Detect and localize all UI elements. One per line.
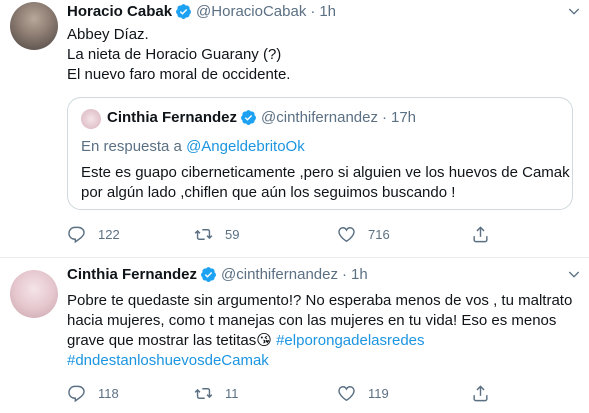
retweet-button[interactable]: 11 bbox=[194, 384, 239, 403]
like-button[interactable]: 716 bbox=[337, 225, 390, 244]
quoted-text-line: Este es guapo ciberneticamente ,pero si … bbox=[81, 164, 570, 181]
quoted-author-handle: @cinthifernandez bbox=[261, 109, 378, 126]
tweet-horacio[interactable]: Horacio Cabak @HoracioCabak · 1h Abbey D… bbox=[0, 0, 589, 258]
like-count: 716 bbox=[368, 226, 390, 242]
author-handle[interactable]: @HoracioCabak bbox=[196, 3, 306, 20]
reply-button[interactable]: 118 bbox=[67, 384, 119, 403]
avatar[interactable] bbox=[10, 2, 58, 50]
tweet-text: Abbey Díaz. La nieta de Horacio Guarany … bbox=[67, 25, 290, 85]
tweet-text-fragment: grave que mostrar las tetitas bbox=[67, 332, 257, 349]
quoted-text: Este es guapo ciberneticamente ,pero si … bbox=[81, 163, 570, 203]
reply-icon bbox=[68, 226, 85, 243]
tweet-text-line: Abbey Díaz. bbox=[67, 26, 149, 43]
reply-context: En respuesta a @AngeldebritoOk bbox=[81, 138, 305, 155]
quoted-author-name: Cinthia Fernandez bbox=[107, 109, 238, 126]
quoted-timestamp: 17h bbox=[390, 109, 417, 126]
reply-count: 122 bbox=[98, 226, 120, 242]
like-count: 119 bbox=[368, 385, 389, 401]
quoted-text-line: por algún lado ,chiflen que aún los segu… bbox=[81, 184, 456, 201]
quoted-header: Cinthia Fernandez @cinthifernandez · 17h bbox=[107, 109, 416, 126]
author-handle[interactable]: @cinthifernandez bbox=[221, 266, 338, 283]
share-button[interactable] bbox=[471, 384, 490, 403]
separator-dot: · bbox=[310, 3, 316, 20]
reply-button[interactable]: 122 bbox=[67, 225, 120, 244]
action-bar: 118 11 119 bbox=[67, 383, 573, 403]
verified-badge-icon bbox=[201, 267, 216, 282]
retweet-count: 11 bbox=[225, 385, 239, 401]
quoted-avatar bbox=[81, 109, 101, 129]
like-button[interactable]: 119 bbox=[337, 384, 389, 403]
avatar[interactable] bbox=[10, 270, 58, 318]
like-icon bbox=[338, 385, 355, 401]
like-icon bbox=[338, 226, 355, 242]
tweet-text-line: hacia mujeres, como t manejas con las mu… bbox=[67, 312, 557, 329]
chevron-down-icon[interactable] bbox=[566, 266, 582, 285]
hashtag-link[interactable]: #dndestanloshuevosdeCamak bbox=[67, 352, 269, 369]
reply-icon bbox=[68, 385, 85, 402]
tweet-header: Cinthia Fernandez @cinthifernandez · 1h bbox=[67, 266, 368, 283]
reply-count: 118 bbox=[98, 385, 119, 401]
tweet-header: Horacio Cabak @HoracioCabak · 1h bbox=[67, 3, 336, 20]
verified-badge-icon bbox=[176, 4, 191, 19]
separator-dot: · bbox=[341, 266, 347, 283]
reply-prefix: En respuesta a bbox=[81, 138, 182, 155]
share-icon bbox=[473, 225, 488, 242]
tweet-cinthia[interactable]: Cinthia Fernandez @cinthifernandez · 1h … bbox=[0, 258, 589, 413]
tweet-text-line: El nuevo faro moral de occidente. bbox=[67, 66, 291, 83]
retweet-icon bbox=[194, 387, 213, 399]
hashtag-link[interactable]: #elporongadelasredes bbox=[276, 332, 424, 349]
author-name[interactable]: Horacio Cabak bbox=[67, 3, 172, 20]
timestamp[interactable]: 1h bbox=[351, 266, 368, 283]
action-bar: 122 59 716 bbox=[67, 224, 573, 244]
author-name[interactable]: Cinthia Fernandez bbox=[67, 266, 197, 283]
separator-dot: · bbox=[381, 109, 387, 126]
tweet-text-line: Pobre te quedaste sin argumento!? No esp… bbox=[67, 292, 573, 309]
timestamp[interactable]: 1h bbox=[319, 3, 336, 20]
kiss-emoji: 😘 bbox=[256, 332, 272, 349]
tweet-text-line: La nieta de Horacio Guarany (?) bbox=[67, 46, 282, 63]
reply-to-link[interactable]: @AngeldebritoOk bbox=[186, 138, 305, 155]
tweet-text: Pobre te quedaste sin argumento!? No esp… bbox=[67, 291, 572, 371]
share-icon bbox=[473, 384, 488, 401]
quoted-tweet[interactable]: Cinthia Fernandez @cinthifernandez · 17h… bbox=[67, 97, 573, 210]
tweet-text-line: #dndestanloshuevosdeCamak bbox=[67, 351, 572, 371]
retweet-button[interactable]: 59 bbox=[194, 225, 239, 244]
chevron-down-icon[interactable] bbox=[566, 3, 582, 22]
tweet-text-line: grave que mostrar las tetitas😘 #elporong… bbox=[67, 331, 572, 351]
retweet-count: 59 bbox=[225, 226, 240, 242]
verified-badge-icon bbox=[241, 110, 256, 125]
share-button[interactable] bbox=[471, 225, 490, 244]
retweet-icon bbox=[194, 228, 213, 240]
